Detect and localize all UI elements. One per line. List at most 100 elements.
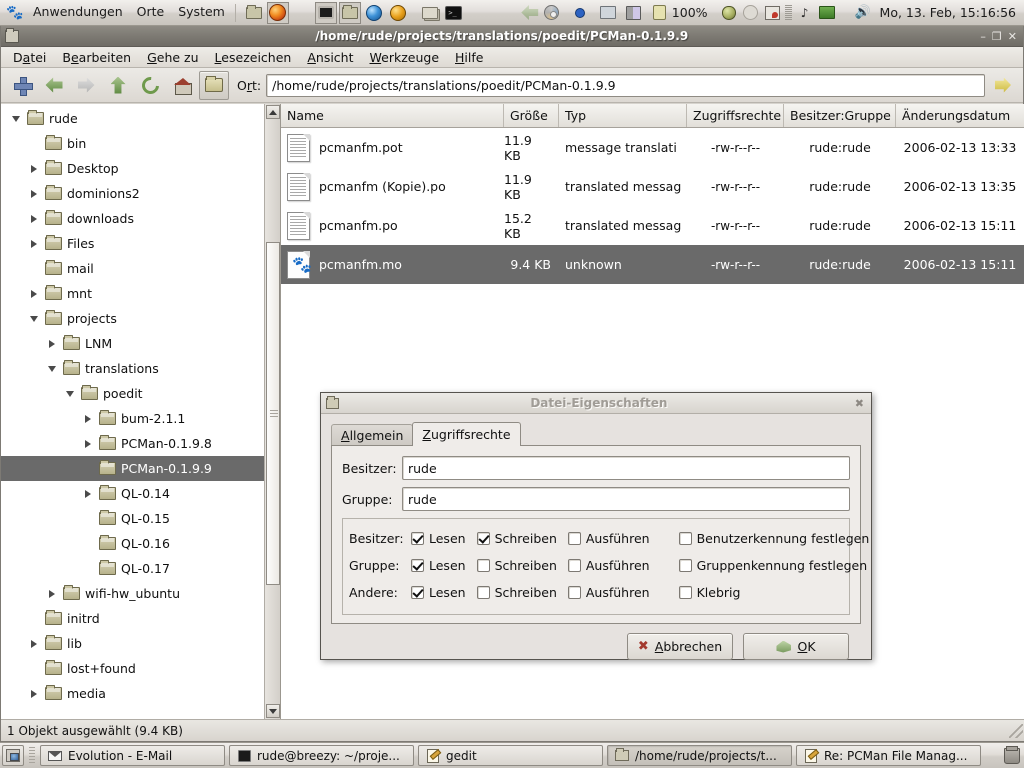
panel-menu-applications[interactable]: Anwendungen	[26, 3, 130, 22]
checkbox-exec[interactable]: Ausführen	[567, 558, 650, 573]
checkbox-special-2[interactable]: Klebrig	[678, 585, 740, 600]
tree-scroll-thumb[interactable]	[266, 242, 280, 585]
maximize-button[interactable]: ❐	[992, 31, 1002, 42]
clock-gray-icon[interactable]	[740, 2, 762, 24]
expander-closed-icon[interactable]	[27, 687, 41, 701]
expander-closed-icon[interactable]	[27, 287, 41, 301]
tree-item[interactable]: translations	[1, 356, 280, 381]
tree-item[interactable]: initrd	[1, 606, 280, 631]
expander-closed-icon[interactable]	[27, 212, 41, 226]
tree-item[interactable]: mnt	[1, 281, 280, 306]
tab-zugriffsrechte[interactable]: Zugriffsrechte	[412, 422, 521, 446]
tree-item[interactable]: mail	[1, 256, 280, 281]
tree-item[interactable]: rude	[1, 106, 280, 131]
checkbox-box[interactable]	[476, 532, 490, 545]
column-header-typ[interactable]: Typ	[559, 104, 687, 127]
tree-item[interactable]: QL-0.17	[1, 556, 280, 581]
tray-arrow-icon[interactable]	[519, 2, 541, 24]
expander-closed-icon[interactable]	[45, 337, 59, 351]
checkbox-box[interactable]	[678, 532, 692, 545]
reload-button[interactable]	[135, 71, 165, 100]
checkbox-box[interactable]	[567, 532, 581, 545]
tree-item[interactable]: dominions2	[1, 181, 280, 206]
tree-item[interactable]: QL-0.14	[1, 481, 280, 506]
menu-werkzeuge[interactable]: Werkzeuge	[362, 48, 448, 67]
taskbar-button[interactable]: Evolution - E-Mail	[40, 745, 225, 766]
taskbar-button[interactable]: gedit	[418, 745, 603, 766]
show-desktop-button[interactable]	[2, 745, 24, 766]
tree-item[interactable]: Desktop	[1, 156, 280, 181]
checkbox-box[interactable]	[476, 559, 490, 572]
column-header-besitzer-gruppe[interactable]: Besitzer:Gruppe	[784, 104, 896, 127]
cards-icon[interactable]	[762, 2, 784, 24]
laptop-icon[interactable]	[816, 2, 838, 24]
checkbox-write[interactable]: Schreiben	[476, 585, 557, 600]
checkbox-box[interactable]	[411, 532, 424, 545]
memory-icon[interactable]	[623, 2, 645, 24]
home-button[interactable]	[167, 71, 197, 100]
launcher-terminal-icon[interactable]	[314, 1, 337, 24]
launcher-firefox-icon[interactable]	[266, 1, 289, 24]
close-button[interactable]: ✕	[1008, 31, 1017, 42]
launcher-black-terminal-icon[interactable]: >_	[443, 2, 465, 24]
open-folder-button[interactable]	[199, 70, 229, 100]
checkbox-box[interactable]	[567, 559, 581, 572]
launcher-globe-icon[interactable]	[363, 2, 385, 24]
expander-closed-icon[interactable]	[81, 487, 95, 501]
resize-grip[interactable]	[1009, 724, 1023, 738]
cd-drive-icon[interactable]	[541, 2, 563, 24]
taskbar-button[interactable]: rude@breezy: ~/proje...	[229, 745, 414, 766]
expander-open-icon[interactable]	[63, 387, 77, 401]
cancel-button[interactable]: ✖ Abbrechen	[627, 633, 733, 660]
checkbox-special-0[interactable]: Benutzerkennung festlegen	[678, 531, 869, 546]
checkbox-read[interactable]: Lesen	[411, 558, 466, 573]
expander-open-icon[interactable]	[45, 362, 59, 376]
tree-item[interactable]: poedit	[1, 381, 280, 406]
expander-closed-icon[interactable]	[27, 187, 41, 201]
launcher-files-icon[interactable]	[419, 2, 441, 24]
column-header-name[interactable]: Name	[281, 104, 504, 127]
menu-gehe-zu[interactable]: Gehe zu	[139, 48, 206, 67]
go-button[interactable]	[989, 71, 1017, 100]
menu-hilfe[interactable]: Hilfe	[447, 48, 491, 67]
back-button[interactable]	[39, 71, 69, 100]
tree-item[interactable]: bum-2.1.1	[1, 406, 280, 431]
checkbox-read[interactable]: Lesen	[411, 585, 466, 600]
tree-item[interactable]: downloads	[1, 206, 280, 231]
tab-allgemein[interactable]: Allgemein	[331, 424, 414, 446]
table-row[interactable]: 🐾 pcmanfm.mo 9.4 KB unknown -rw-r--r-- rude:r…	[281, 245, 1024, 284]
tree-scroll-up-button[interactable]	[266, 105, 280, 119]
expander-closed-icon[interactable]	[27, 162, 41, 176]
panel-clock[interactable]: Mo, 13. Feb, 15:16:56	[880, 5, 1016, 20]
gnome-foot-icon[interactable]: 🐾	[4, 2, 26, 24]
checkbox-box[interactable]	[476, 586, 490, 599]
checkbox-box[interactable]	[678, 559, 692, 572]
launcher-file-manager-icon[interactable]	[338, 1, 361, 24]
tree-item[interactable]: QL-0.16	[1, 531, 280, 556]
column-header-gr--e[interactable]: Größe	[504, 104, 559, 127]
tree-item[interactable]: QL-0.15	[1, 506, 280, 531]
tree-item[interactable]: LNM	[1, 331, 280, 356]
checkbox-box[interactable]	[411, 586, 424, 599]
checkbox-exec[interactable]: Ausführen	[567, 531, 650, 546]
expander-closed-icon[interactable]	[27, 637, 41, 651]
checkbox-exec[interactable]: Ausführen	[567, 585, 650, 600]
checkbox-box[interactable]	[411, 559, 424, 572]
table-row[interactable]: pcmanfm.pot 11.9 KB message translati -rw-r…	[281, 128, 1024, 167]
expander-open-icon[interactable]	[9, 112, 23, 126]
tree-item[interactable]: bin	[1, 131, 280, 156]
tree-item[interactable]: lib	[1, 631, 280, 656]
new-tab-button[interactable]	[7, 71, 37, 100]
checkbox-write[interactable]: Schreiben	[476, 558, 557, 573]
tree-item[interactable]: PCMan-0.1.9.9	[1, 456, 280, 481]
blue-dot-icon[interactable]	[569, 2, 591, 24]
owner-input[interactable]: rude	[402, 456, 850, 480]
up-button[interactable]	[103, 71, 133, 100]
table-row[interactable]: pcmanfm.po 15.2 KB translated messag -rw-r-…	[281, 206, 1024, 245]
expander-closed-icon[interactable]	[45, 587, 59, 601]
expander-closed-icon[interactable]	[81, 412, 95, 426]
network-icon[interactable]	[597, 2, 619, 24]
column-header--nderungsdatum[interactable]: Änderungsdatum	[896, 104, 1024, 127]
dialog-close-button[interactable]: ✖	[855, 397, 866, 410]
panel-menu-places[interactable]: Orte	[130, 3, 172, 22]
